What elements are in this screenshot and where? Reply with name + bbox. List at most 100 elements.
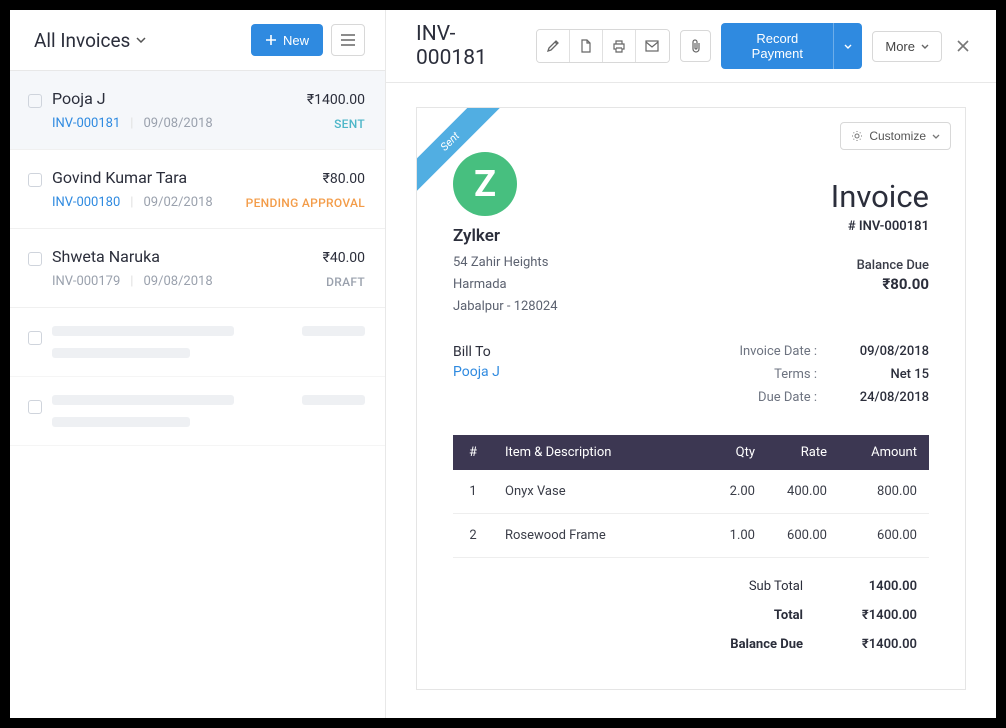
cell-rate: 600.00	[767, 514, 839, 558]
company-addr3: Jabalpur - 128024	[453, 296, 558, 318]
status-badge: PENDING APPROVAL	[246, 196, 365, 210]
detail-header: INV-000181 Record Payment More	[386, 10, 996, 83]
plus-icon	[265, 34, 277, 46]
list-options-button[interactable]	[331, 24, 365, 56]
checkbox[interactable]	[28, 94, 42, 108]
printer-icon	[612, 39, 626, 53]
chevron-down-icon	[136, 37, 146, 43]
col-desc: Item & Description	[493, 435, 707, 470]
cell-rate: 400.00	[767, 470, 839, 514]
cell-qty: 2.00	[707, 470, 767, 514]
checkbox[interactable]	[28, 252, 42, 266]
title-block: Invoice # INV-000181 Balance Due ₹80.00	[831, 152, 929, 293]
bill-to-label: Bill To	[453, 344, 500, 360]
print-button[interactable]	[603, 30, 636, 62]
bill-to-block: Bill To Pooja J	[453, 344, 500, 413]
cell-num: 1	[453, 470, 493, 514]
balance-due-label: Balance Due	[831, 258, 929, 273]
invoice-detail-panel: INV-000181 Record Payment More	[386, 10, 996, 718]
mail-icon	[645, 40, 659, 52]
edit-button[interactable]	[537, 30, 570, 62]
close-button[interactable]	[952, 35, 974, 57]
doc-number: # INV-000181	[831, 219, 929, 234]
status-badge: SENT	[334, 117, 365, 131]
new-label: New	[283, 33, 309, 48]
col-amount: Amount	[839, 435, 929, 470]
caret-down-icon	[844, 44, 852, 49]
invoice-date: 09/08/2018	[143, 116, 212, 131]
invoice-date: 09/02/2018	[143, 195, 212, 210]
status-badge: DRAFT	[326, 275, 365, 289]
total-label: Total	[683, 608, 803, 623]
amount: ₹80.00	[323, 171, 365, 187]
customer-name: Pooja J	[52, 89, 106, 108]
company-addr1: 54 Zahir Heights	[453, 252, 558, 274]
total-value: 1400.00	[827, 579, 917, 594]
company-name: Zylker	[453, 226, 558, 246]
line-items-table: # Item & Description Qty Rate Amount 1 O…	[453, 435, 929, 558]
invoice-date: 09/08/2018	[143, 274, 212, 289]
checkbox[interactable]	[28, 173, 42, 187]
invoice-number[interactable]: INV-000180	[52, 195, 120, 210]
gear-icon	[851, 130, 863, 142]
cell-amount: 800.00	[839, 470, 929, 514]
date-value: Net 15	[841, 367, 929, 382]
skeleton-item	[10, 377, 385, 446]
pdf-button[interactable]	[570, 30, 603, 62]
status-ribbon: Sent	[417, 108, 505, 196]
view-selector[interactable]: All Invoices	[34, 29, 146, 52]
invoice-list-item[interactable]: Pooja J ₹1400.00 INV-000181 | 09/08/2018…	[10, 71, 385, 150]
more-label: More	[885, 39, 915, 54]
total-value: ₹1400.00	[827, 608, 917, 623]
date-label: Terms :	[717, 367, 817, 382]
cell-desc: Onyx Vase	[493, 470, 707, 514]
close-icon	[956, 39, 970, 53]
hamburger-icon	[341, 34, 355, 46]
invoice-number: INV-000179	[52, 274, 120, 289]
amount: ₹1400.00	[307, 92, 365, 108]
detail-action-group	[536, 29, 670, 63]
doc-type: Invoice	[831, 178, 929, 215]
total-label: Sub Total	[683, 579, 803, 594]
date-value: 24/08/2018	[841, 390, 929, 405]
new-invoice-button[interactable]: New	[251, 24, 323, 56]
record-payment-button[interactable]: Record Payment	[721, 23, 833, 69]
company-addr2: Harmada	[453, 274, 558, 296]
col-num: #	[453, 435, 493, 470]
invoice-number[interactable]: INV-000181	[52, 116, 120, 131]
dates-block: Invoice Date :09/08/2018Terms :Net 15Due…	[717, 344, 929, 413]
totals-block: Sub Total 1400.00 Total ₹1400.00 Balance Due…	[453, 572, 929, 659]
attachment-icon	[690, 39, 702, 53]
invoice-list: Pooja J ₹1400.00 INV-000181 | 09/08/2018…	[10, 71, 385, 718]
total-label: Balance Due	[683, 637, 803, 652]
total-value: ₹1400.00	[827, 637, 917, 652]
invoice-card: Sent Customize Z Zylker	[416, 107, 966, 690]
balance-due-value: ₹80.00	[831, 275, 929, 293]
file-icon	[580, 39, 592, 53]
invoice-list-item[interactable]: Govind Kumar Tara ₹80.00 INV-000180 | 09…	[10, 150, 385, 229]
checkbox	[28, 331, 42, 345]
email-button[interactable]	[636, 30, 669, 62]
date-label: Due Date :	[717, 390, 817, 405]
checkbox	[28, 400, 42, 414]
cell-qty: 1.00	[707, 514, 767, 558]
customize-button[interactable]: Customize	[840, 122, 951, 150]
record-payment-dropdown[interactable]	[833, 23, 862, 69]
record-payment-split: Record Payment	[721, 23, 862, 69]
cell-desc: Rosewood Frame	[493, 514, 707, 558]
invoice-list-panel: All Invoices New Pooja J ₹1400.00	[10, 10, 386, 718]
attach-button[interactable]	[680, 30, 711, 62]
table-row: 2 Rosewood Frame 1.00 600.00 600.00	[453, 514, 929, 558]
skeleton-item	[10, 308, 385, 377]
col-rate: Rate	[767, 435, 839, 470]
list-header: All Invoices New	[10, 10, 385, 71]
cell-amount: 600.00	[839, 514, 929, 558]
customer-name: Govind Kumar Tara	[52, 168, 187, 187]
amount: ₹40.00	[323, 250, 365, 266]
bill-to-name[interactable]: Pooja J	[453, 364, 500, 380]
caret-down-icon	[932, 134, 940, 139]
invoice-list-item[interactable]: Shweta Naruka ₹40.00 INV-000179 | 09/08/…	[10, 229, 385, 308]
more-button[interactable]: More	[872, 31, 942, 62]
caret-down-icon	[921, 44, 929, 49]
date-value: 09/08/2018	[841, 344, 929, 359]
